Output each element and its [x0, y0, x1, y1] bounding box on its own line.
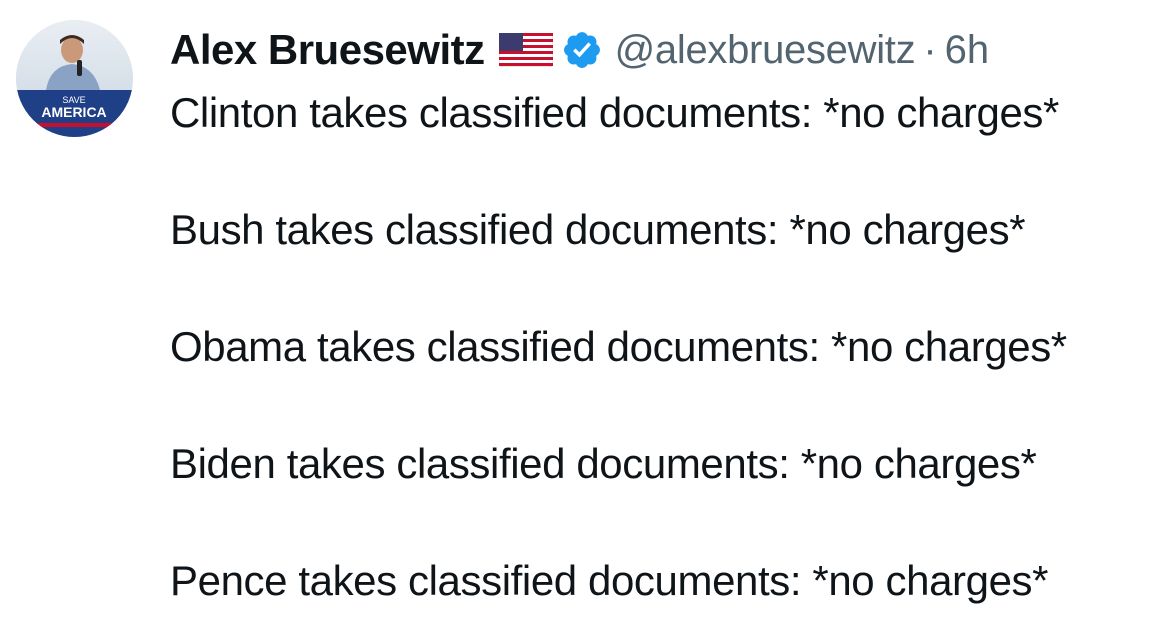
us-flag-icon — [498, 32, 554, 68]
header-separator: · — [923, 27, 937, 72]
avatar-text-main: AMERICA — [41, 104, 106, 120]
avatar-image: SAVE AMERICA — [16, 20, 133, 137]
tweet-text: Clinton takes classified documents: *no … — [170, 84, 1165, 610]
tweet-timestamp[interactable]: 6h — [945, 28, 990, 73]
avatar[interactable]: SAVE AMERICA — [16, 20, 133, 137]
tweet-header: Alex Bruesewitz @alexbruesewitz · 6h — [170, 22, 989, 78]
tweet-line: Obama takes classified documents: *no ch… — [170, 323, 1067, 370]
tweet-line: Biden takes classified documents: *no ch… — [170, 440, 1037, 487]
tweet-line: Bush takes classified documents: *no cha… — [170, 206, 1026, 253]
display-name[interactable]: Alex Bruesewitz — [170, 26, 485, 74]
tweet-line: Pence takes classified documents: *no ch… — [170, 557, 1049, 604]
author-handle[interactable]: @alexbruesewitz — [615, 28, 916, 73]
tweet: SAVE AMERICA Alex Bruesewitz @alexbruese… — [0, 0, 1170, 640]
tweet-line: Clinton takes classified documents: *no … — [170, 89, 1059, 136]
verified-badge-icon[interactable] — [561, 29, 603, 71]
